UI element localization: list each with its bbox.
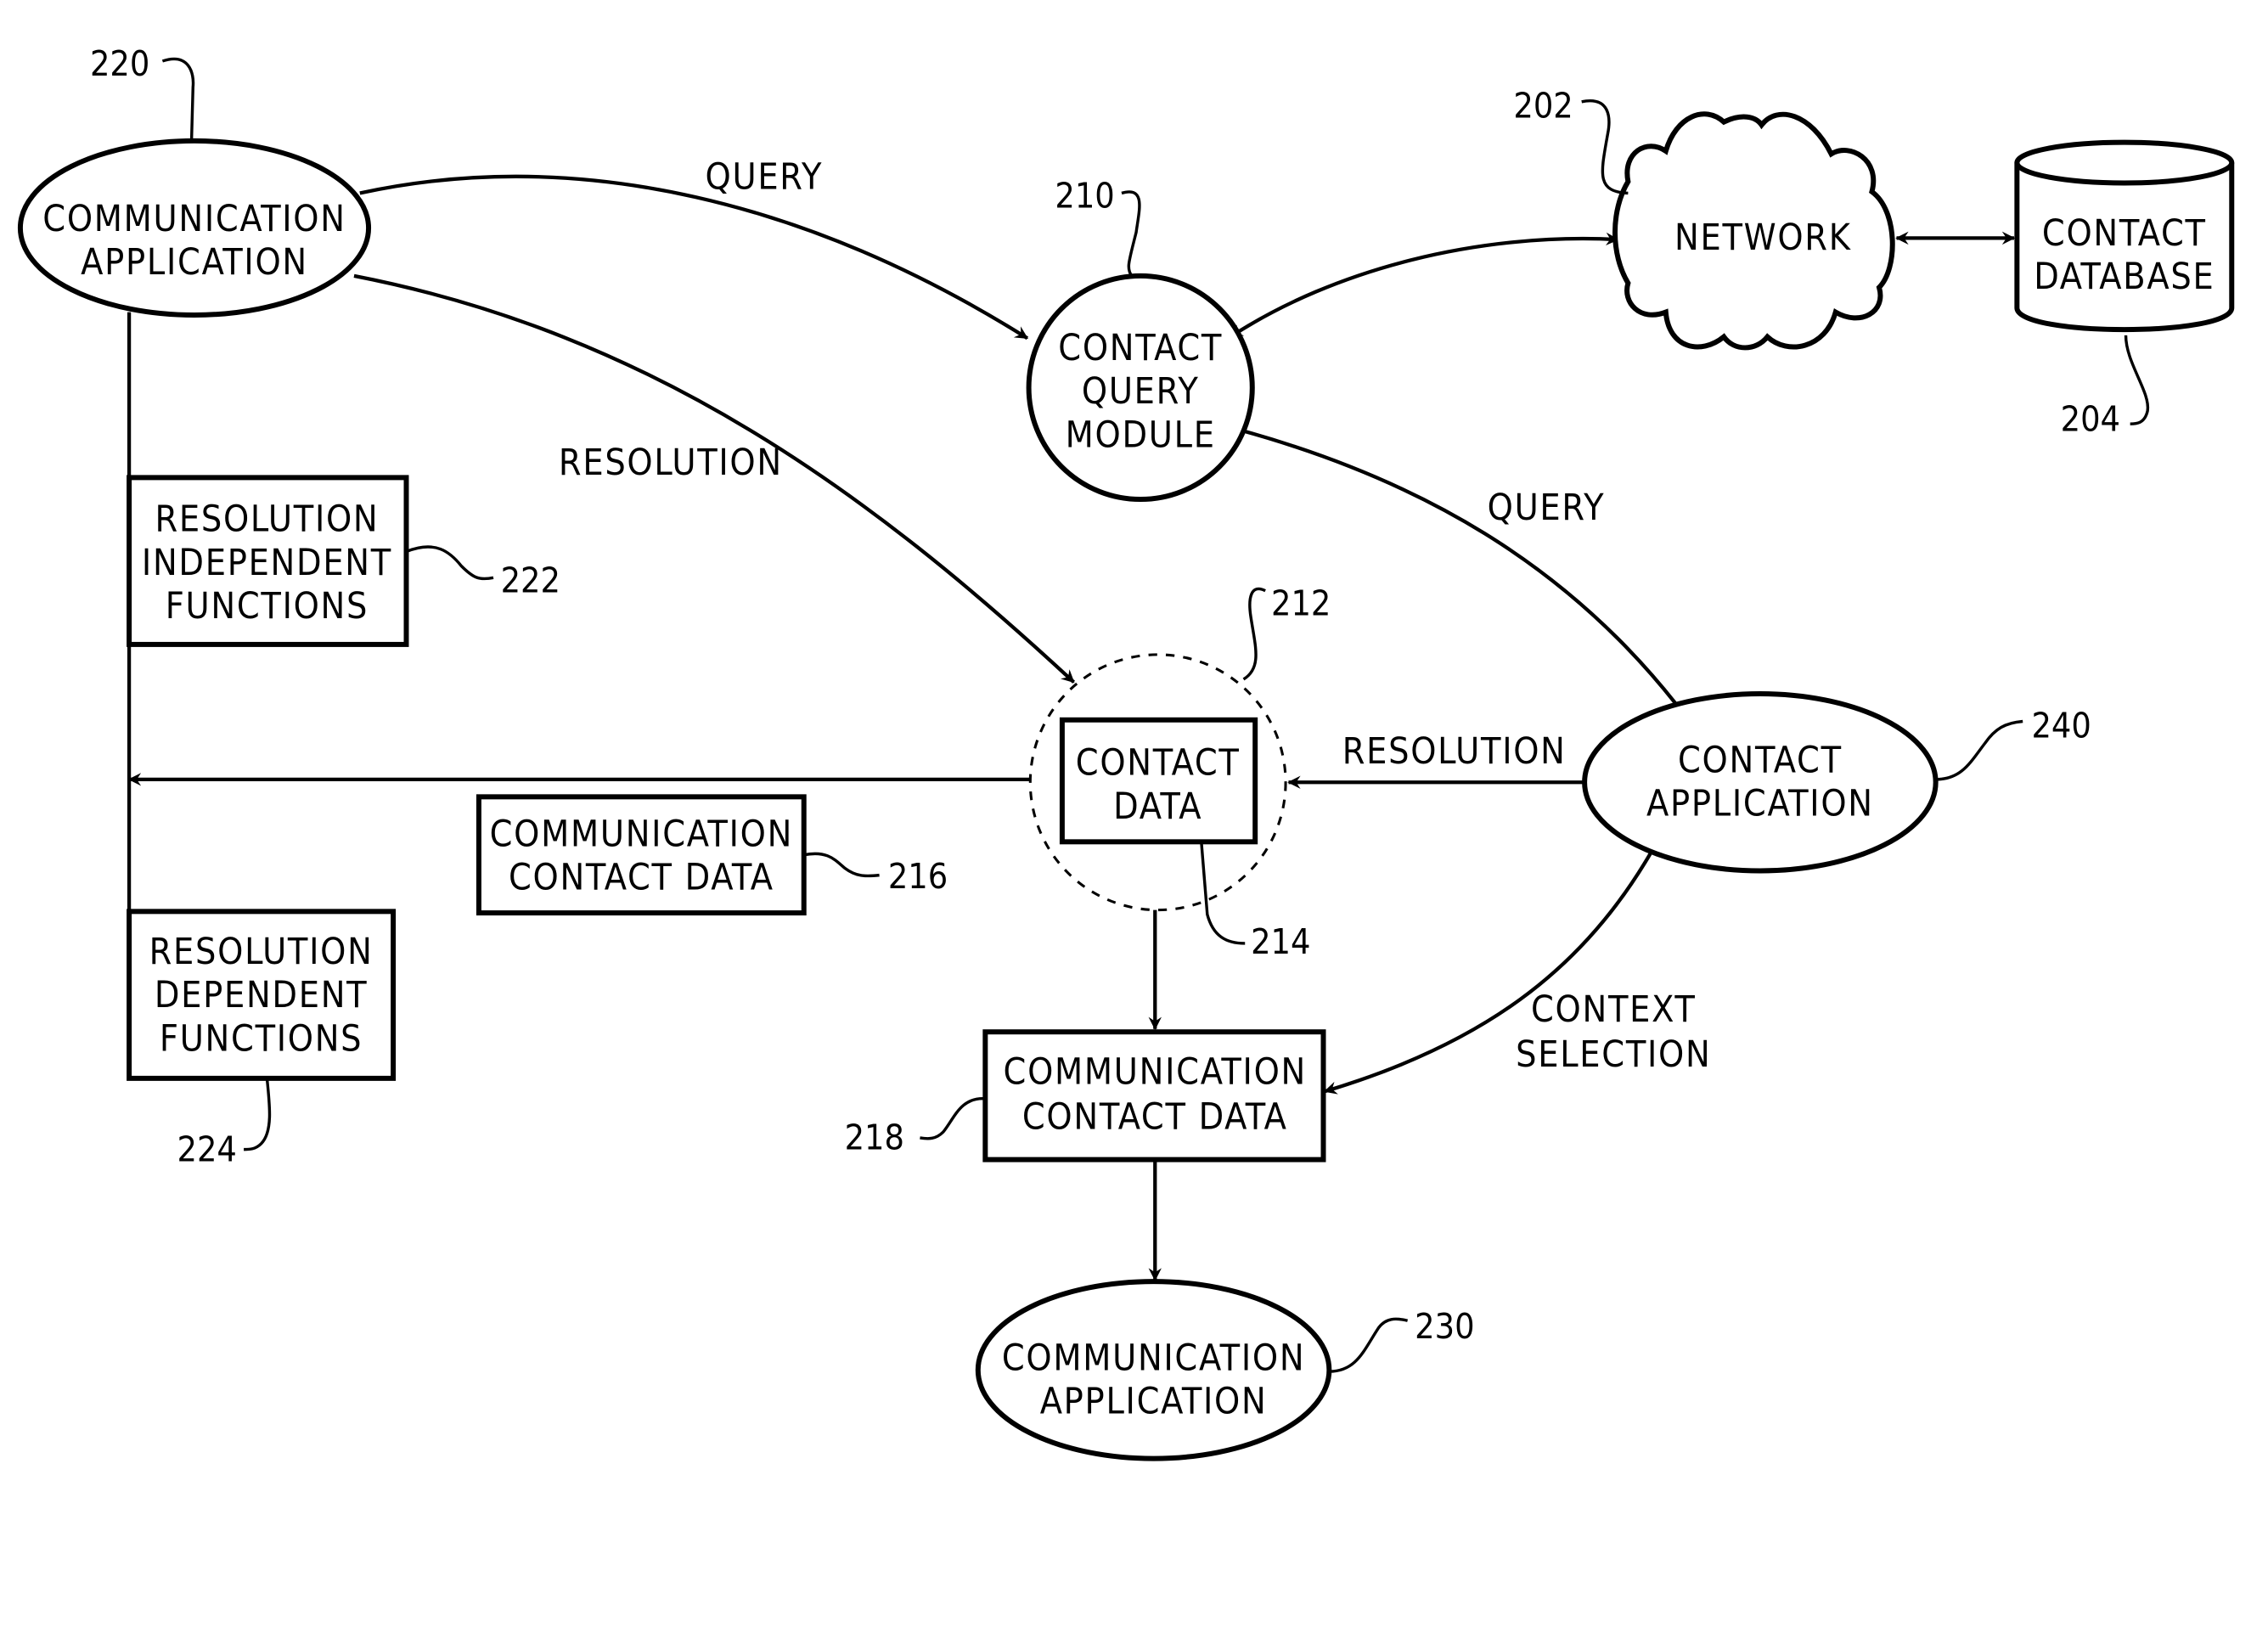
ref-214: 214 [1251, 921, 1310, 962]
cylinder-top [2014, 139, 2235, 186]
svg-text:NETWORK: NETWORK [1674, 217, 1852, 259]
svg-text:COMMUNICATIONAPPLICATION: COMMUNICATION APPLICATION [1002, 1337, 1305, 1422]
node-text: NETWORK [1674, 217, 1852, 259]
ref-216: 216 [888, 856, 948, 897]
node-resolution-independent-222: RESOLUTION INDEPENDENT FUNCTIONS [127, 475, 409, 647]
label-query-top: QUERY [706, 155, 824, 198]
leader-222 [405, 545, 494, 581]
leader-202 [1581, 99, 1629, 195]
node-text: FUNCTIONS [160, 1017, 363, 1060]
ref-224: 224 [177, 1129, 236, 1169]
node-text: DATABASE [2034, 256, 2215, 298]
patent-diagram: COMMUNICATION APPLICATION CONTACT QUERY MOD… [17, 43, 2235, 1461]
node-text: CONTACT [1058, 327, 1223, 369]
svg-text:CONTACTAPPLICATION: CONTACT APPLICATION [1646, 739, 1874, 825]
node-comm-contact-data-218: COMMUNICATION CONTACT DATA [982, 1029, 1326, 1163]
ref-204: 204 [2061, 399, 2120, 440]
ref-230: 230 [1415, 1306, 1474, 1347]
leader-212 [1242, 587, 1266, 681]
node-text: CONTACT DATA [509, 857, 774, 899]
ref-218: 218 [845, 1118, 904, 1158]
node-text: COMMUNICATION [1002, 1337, 1305, 1379]
leader-220 [161, 58, 195, 141]
node-text: CONTACT [2042, 212, 2207, 255]
ref-210: 210 [1055, 176, 1114, 217]
ref-220: 220 [90, 43, 149, 84]
node-contact-app-240: CONTACT APPLICATION [1582, 691, 1939, 874]
label-resolution-right: RESOLUTION [1342, 730, 1567, 773]
leader-240 [1935, 719, 2023, 781]
label-resolution-left: RESOLUTION [559, 442, 783, 484]
node-text: QUERY [1082, 370, 1200, 413]
node-text: APPLICATION [81, 241, 308, 284]
node-network-202: NETWORK [1612, 111, 1895, 351]
node-comm-app-220: COMMUNICATION APPLICATION [17, 138, 372, 318]
svg-text:COMMUNICATIONCONTACT DATA: COMMUNICATION CONTACT DATA [490, 813, 793, 898]
node-text: APPLICATION [1646, 783, 1874, 825]
node-text: RESOLUTION [155, 498, 379, 541]
node-text: MODULE [1066, 414, 1216, 457]
node-text: DEPENDENT [155, 974, 369, 1016]
svg-text:CONTEXTSELECTION: CONTEXT SELECTION [1516, 988, 1711, 1076]
label-context: CONTEXT [1531, 988, 1697, 1031]
svg-text:RESOLUTIONDEPENDENTFUNCTIONS: RESOLUTION DEPENDENT FUNCTIONS [149, 931, 374, 1061]
svg-text:COMMUNICATIONAPPLICATION: COMMUNICATION APPLICATION [42, 198, 346, 284]
ref-240: 240 [2031, 705, 2091, 746]
node-text: COMMUNICATION [1004, 1051, 1307, 1094]
node-text: APPLICATION [1040, 1381, 1268, 1423]
node-resolution-dependent-224: RESOLUTION DEPENDENT FUNCTIONS [127, 909, 397, 1081]
node-contact-data-214: CONTACT DATA [1059, 717, 1258, 845]
svg-text:RESOLUTIONINDEPENDENTFUNCTIONS: RESOLUTION INDEPENDENT FUNCTIONS [142, 498, 392, 628]
edge-network-to-210 [1229, 232, 1619, 339]
label-selection: SELECTION [1516, 1033, 1711, 1076]
node-text: INDEPENDENT [142, 542, 392, 584]
leader-224 [244, 1078, 272, 1151]
leader-210 [1121, 190, 1141, 277]
label-query-right: QUERY [1488, 487, 1606, 529]
ref-202: 202 [1513, 86, 1573, 127]
node-text: RESOLUTION [149, 931, 374, 973]
node-text: FUNCTIONS [166, 585, 369, 628]
node-contact-query-module-210: CONTACT QUERY MODULE [1026, 273, 1255, 503]
leader-230 [1329, 1317, 1409, 1373]
node-contact-database-204: CONTACT DATABASE [2014, 139, 2235, 333]
ref-212: 212 [1271, 583, 1331, 624]
node-text: COMMUNICATION [42, 198, 346, 240]
node-text: DATA [1113, 785, 1202, 828]
svg-text:CONTACTQUERYMODULE: CONTACT QUERY MODULE [1058, 327, 1223, 457]
edge-query-220-to-210 [359, 174, 1029, 341]
node-text: CONTACT [1076, 742, 1241, 785]
node-text: CONTACT [1678, 739, 1843, 781]
node-comm-contact-data-216: COMMUNICATION CONTACT DATA [476, 794, 807, 916]
leader-214 [1200, 842, 1246, 945]
node-text: CONTACT DATA [1022, 1096, 1288, 1139]
edge-query-240-to-210 [1232, 425, 1678, 706]
node-text: COMMUNICATION [490, 813, 793, 855]
svg-text:CONTACTDATABASE: CONTACT DATABASE [2034, 212, 2215, 298]
node-comm-app-230: COMMUNICATION APPLICATION [975, 1279, 1332, 1461]
leader-204 [2124, 335, 2149, 425]
leader-218 [920, 1097, 986, 1140]
ref-222: 222 [501, 560, 560, 600]
leader-216 [803, 852, 880, 878]
